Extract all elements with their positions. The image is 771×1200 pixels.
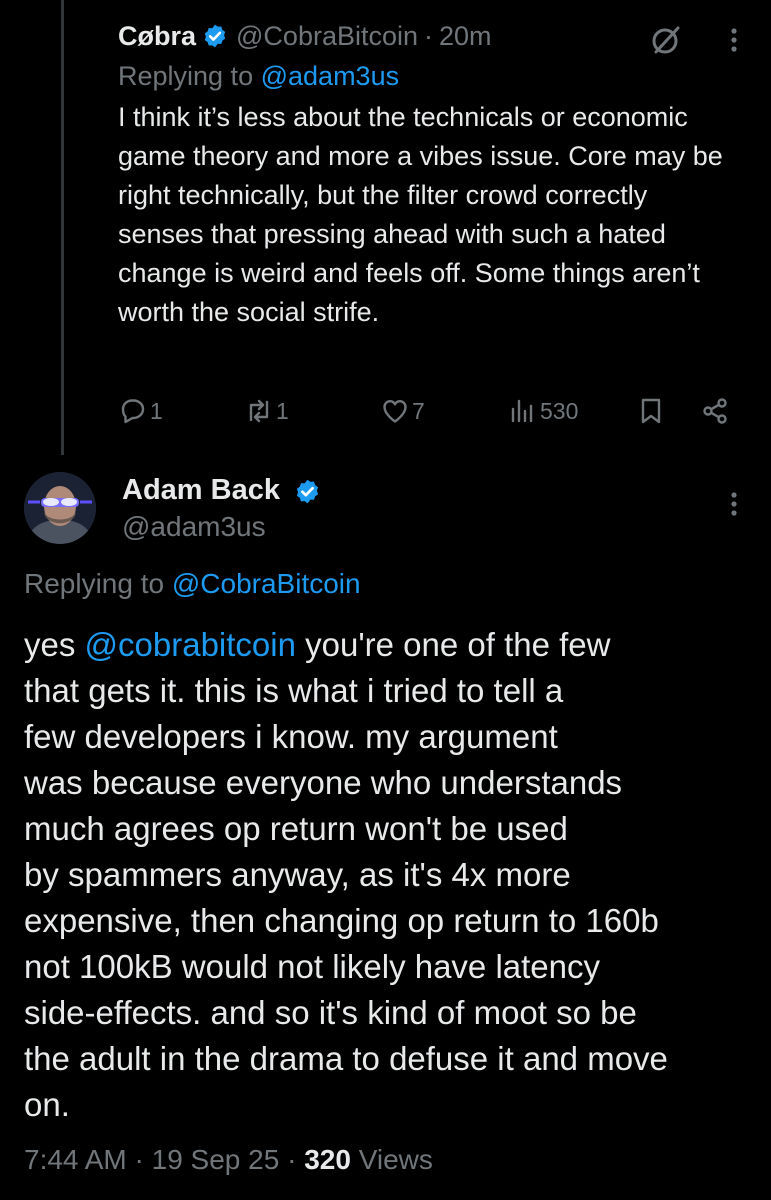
like-button[interactable]: 7 xyxy=(380,396,425,426)
tweet-line: side-effects. and so it's kind of moot s… xyxy=(24,994,637,1031)
main-display-name[interactable]: Adam Back xyxy=(122,474,280,506)
tweet-line: expensive, then changing op return to 16… xyxy=(24,902,659,939)
reply-icon xyxy=(121,399,145,424)
repost-button[interactable]: 1 xyxy=(244,396,289,426)
tweet-line: the adult in the drama to defuse it and … xyxy=(24,1040,668,1077)
tweet-line: much agrees op return won't be used xyxy=(24,810,568,847)
tweet-line: that gets it. this is what i tried to te… xyxy=(24,672,564,709)
reply-handle[interactable]: @CobraBitcoin xyxy=(236,21,418,52)
tweet-line: on. xyxy=(24,1086,70,1123)
views-label: Views xyxy=(358,1144,433,1175)
verified-badge-icon xyxy=(296,479,319,504)
bookmark-button[interactable] xyxy=(636,396,666,426)
tweet-line: not 100kB would not likely have latency xyxy=(24,948,601,985)
separator-dot: · xyxy=(287,1144,297,1175)
views-button[interactable]: 530 xyxy=(508,396,578,426)
reply-time[interactable]: 20m xyxy=(439,21,492,52)
tweet-line: few developers i know. my argument xyxy=(24,718,558,755)
tweet-date[interactable]: 19 Sep 25 xyxy=(152,1144,280,1175)
reply-button[interactable]: 1 xyxy=(118,396,163,426)
replying-to-label: Replying to xyxy=(118,61,254,91)
main-tweet-text: yes @cobrabitcoin you're one of the few … xyxy=(24,622,754,1128)
replying-to-mention[interactable]: @CobraBitcoin xyxy=(172,568,361,599)
like-icon xyxy=(383,400,407,423)
views-count: 530 xyxy=(540,397,579,424)
repost-icon xyxy=(249,399,269,423)
replying-to-label: Replying to xyxy=(24,568,165,599)
grok-icon[interactable] xyxy=(648,22,684,58)
tweet-line: was because everyone who understands xyxy=(24,764,623,801)
reply-action-bar: 1 1 7 530 xyxy=(118,396,738,430)
reply-replying-to: Replying to @adam3us xyxy=(118,58,758,94)
replying-to-mention[interactable]: @adam3us xyxy=(261,61,399,91)
share-button[interactable] xyxy=(700,396,730,426)
views-icon xyxy=(511,399,533,423)
main-handle[interactable]: @adam3us xyxy=(122,511,266,543)
more-icon[interactable] xyxy=(722,24,746,56)
tweet-line: by spammers anyway, as it's 4x more xyxy=(24,856,571,893)
avatar-image xyxy=(24,472,96,544)
share-icon xyxy=(703,398,727,424)
separator-dot: · xyxy=(134,1144,144,1175)
main-replying-to: Replying to @CobraBitcoin xyxy=(24,568,361,600)
tweet-line-prefix: yes xyxy=(24,626,76,663)
reply-count: 1 xyxy=(150,397,163,424)
thread-connector-line xyxy=(61,0,64,455)
tweet-timestamp[interactable]: 7:44 AM xyxy=(24,1144,127,1175)
avatar[interactable] xyxy=(24,472,96,544)
verified-badge-icon xyxy=(204,24,226,48)
tweet-mention[interactable]: @cobrabitcoin xyxy=(85,626,296,663)
views-count[interactable]: 320 xyxy=(304,1144,351,1175)
separator-dot: · xyxy=(424,20,434,51)
reply-display-name[interactable]: Cøbra xyxy=(118,21,196,52)
bookmark-icon xyxy=(641,398,661,424)
reply-tweet-text: I think it’s less about the technicals o… xyxy=(118,102,723,327)
more-icon[interactable] xyxy=(722,488,746,520)
reply-tweet[interactable]: Cøbra @CobraBitcoin · 20m Replying to @a… xyxy=(118,18,758,332)
tweet-meta-footer: 7:44 AM · 19 Sep 25 · 320 Views xyxy=(24,1144,433,1176)
like-count: 7 xyxy=(412,397,425,424)
main-display-name-row: Adam Back xyxy=(122,474,329,507)
repost-count: 1 xyxy=(276,397,289,424)
tweet-line: yes @cobrabitcoin you're one of the few xyxy=(24,622,754,668)
tweet-line-suffix: you're one of the few xyxy=(305,626,611,663)
